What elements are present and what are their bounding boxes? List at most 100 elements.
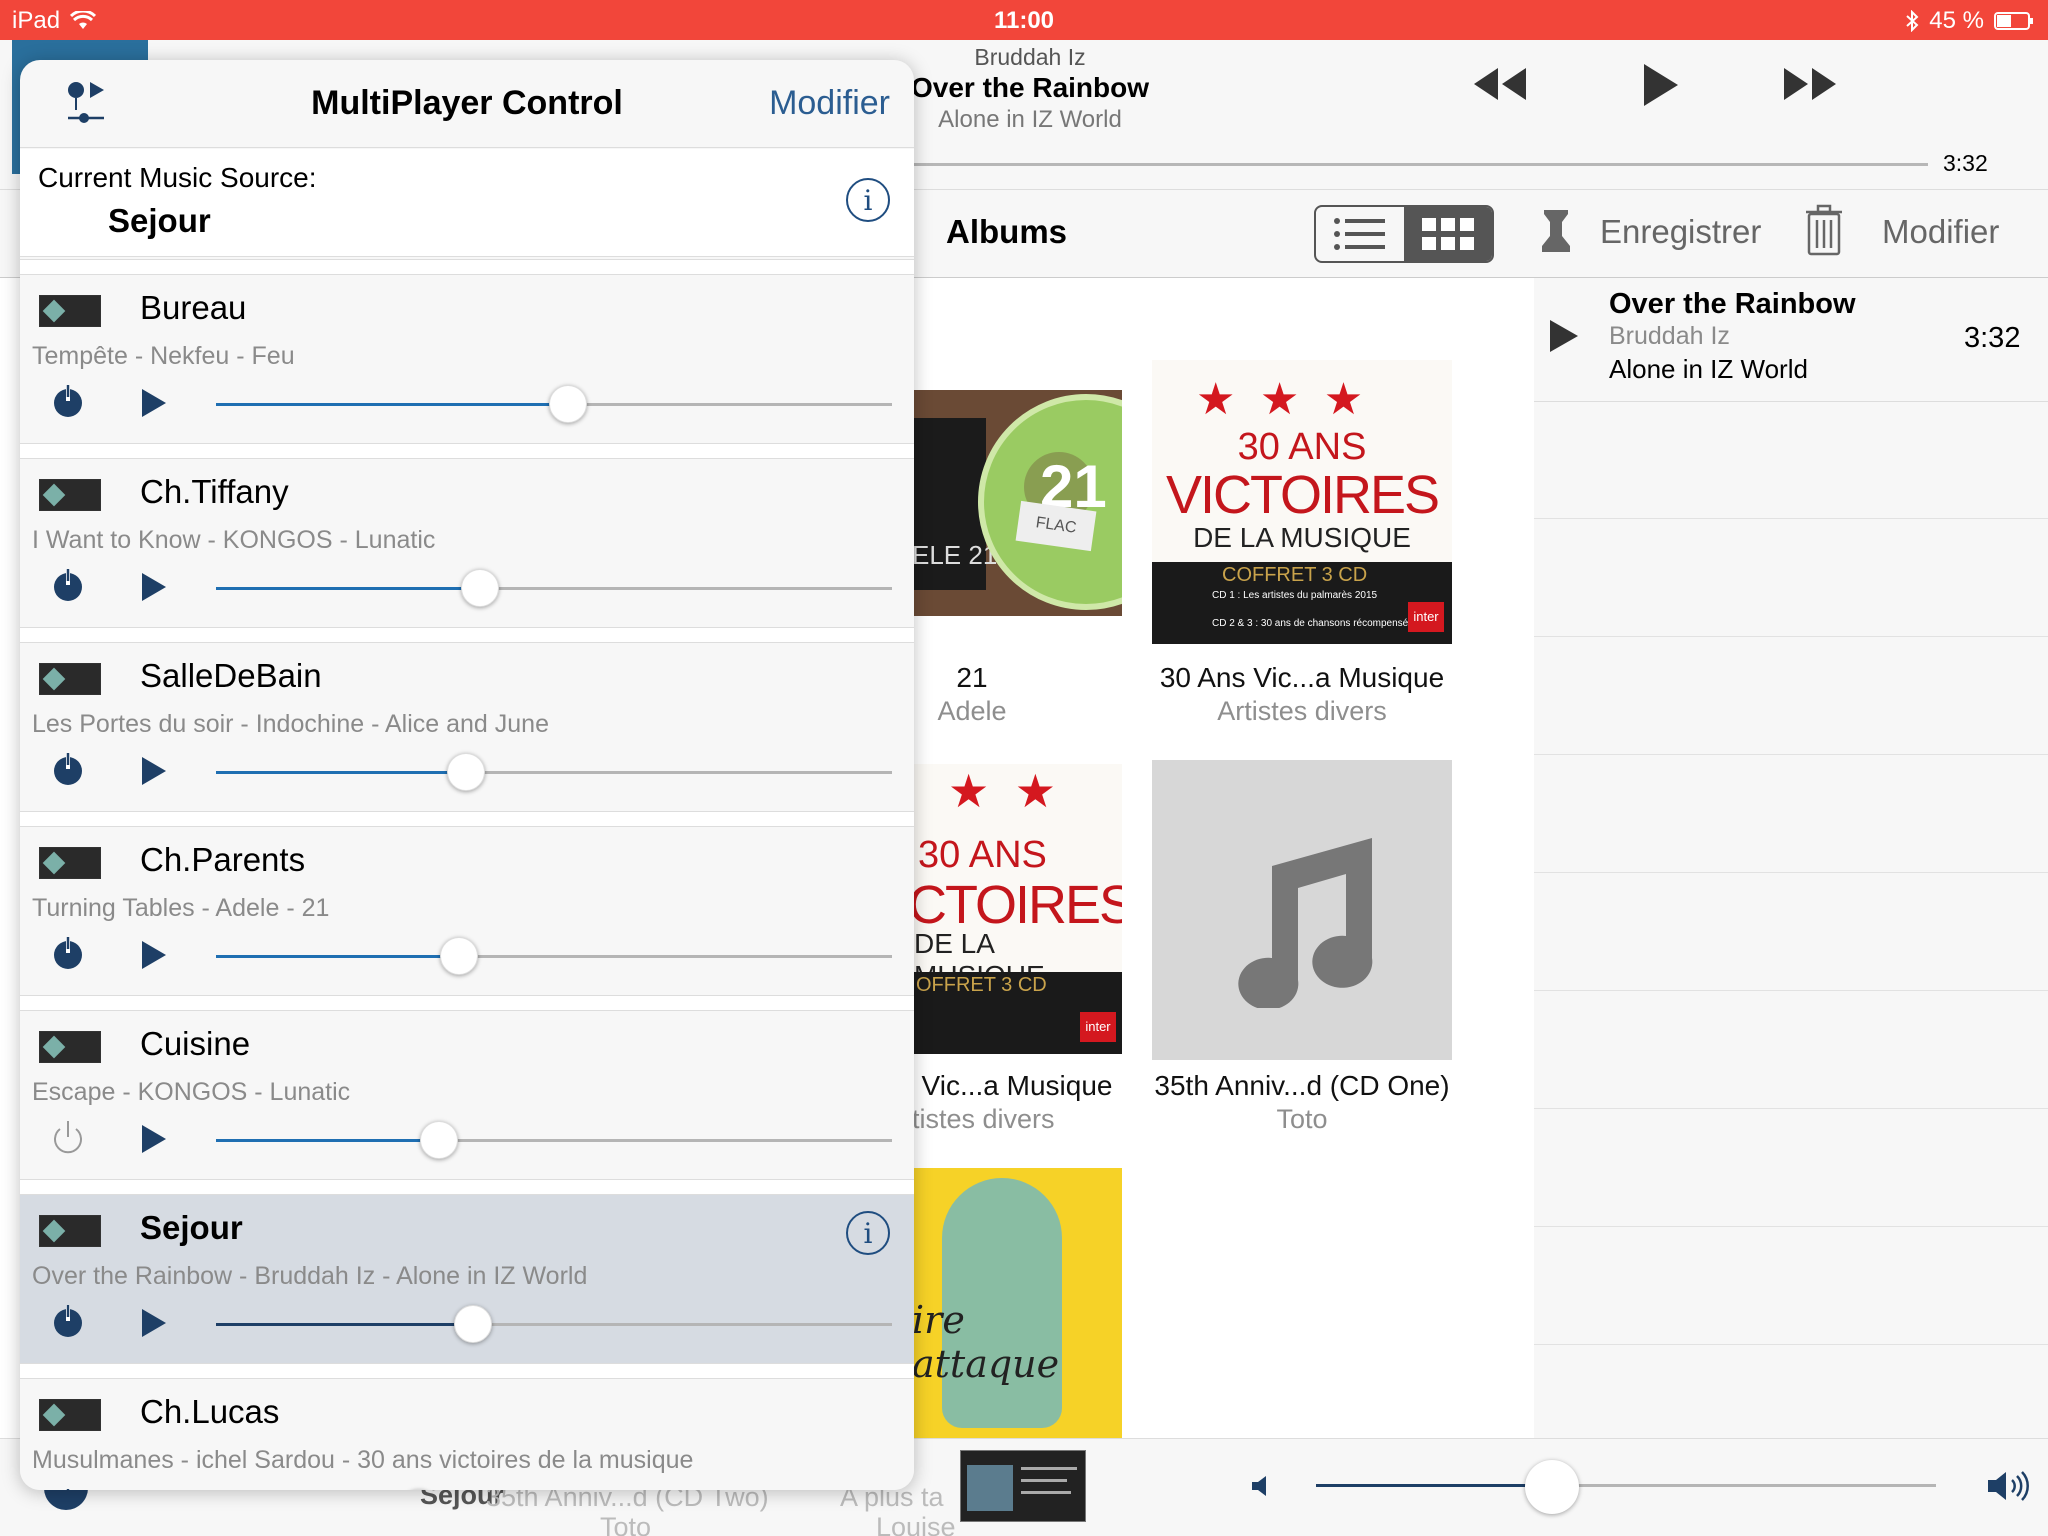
- album-cover-victoires[interactable]: ★ ★ ★ 30 ANS VICTOIRES DE LA MUSIQUE COF…: [1152, 360, 1452, 644]
- grid-view-button[interactable]: [1404, 207, 1492, 261]
- edit-button[interactable]: Modifier: [1882, 213, 1999, 251]
- save-icon[interactable]: [1536, 206, 1576, 258]
- receiver-icon: [39, 663, 101, 695]
- album-artist: Adele: [937, 696, 1007, 726]
- volume-high-icon: [1986, 1470, 2030, 1502]
- zone-row-ch-tiffany[interactable]: Ch.Tiffany I Want to Know - KONGOS - Luna…: [20, 443, 914, 627]
- zone-now-playing: Over the Rainbow - Bruddah Iz - Alone in…: [32, 1262, 588, 1290]
- album-artist: Toto: [1276, 1104, 1328, 1134]
- bottom-ghost-artist: Toto: [600, 1512, 652, 1536]
- power-button[interactable]: [52, 935, 84, 971]
- zone-info-button[interactable]: i: [846, 1211, 890, 1255]
- battery-icon: [1994, 11, 2034, 31]
- receiver-icon: [39, 479, 101, 511]
- queue-row-divider: [1534, 754, 2048, 755]
- zone-volume-fill: [216, 1139, 439, 1142]
- zone-volume-knob[interactable]: [461, 569, 499, 607]
- view-toggle[interactable]: [1314, 205, 1494, 263]
- source-label: Current Music Source:: [38, 162, 317, 193]
- zone-play-button[interactable]: [140, 387, 168, 419]
- zone-name: Sejour: [140, 1209, 243, 1246]
- list-icon: [1333, 217, 1387, 251]
- power-button[interactable]: [52, 751, 84, 787]
- album-cover-victoires-2[interactable]: ★ ★ 30 ANS CTOIRES DE LA MUSIQUE OFFRET …: [912, 764, 1122, 1054]
- album-title: 35th Anniv...d (CD One): [1154, 1070, 1450, 1101]
- attaque-text: ire attaque: [912, 1298, 1060, 1386]
- queue-title: Over the Rainbow: [1609, 288, 1856, 320]
- power-button[interactable]: [52, 567, 84, 603]
- zone-name: Cuisine: [140, 1025, 251, 1062]
- zone-volume-knob[interactable]: [440, 937, 478, 975]
- zone-name: Ch.Parents: [140, 841, 306, 878]
- zone-now-playing: Turning Tables - Adele - 21: [32, 894, 330, 922]
- rewind-button[interactable]: [1470, 64, 1530, 104]
- zone-play-button[interactable]: [140, 571, 168, 603]
- queue-artist: Bruddah Iz: [1609, 322, 1730, 350]
- zone-play-button[interactable]: [140, 939, 168, 971]
- grid-icon: [1422, 218, 1474, 250]
- remote-screen-thumbnail[interactable]: [960, 1450, 1086, 1522]
- zone-separator: [20, 1179, 914, 1195]
- zone-row-cuisine[interactable]: Cuisine Escape - KONGOS - Lunatic: [20, 995, 914, 1179]
- zone-row-sejour[interactable]: Sejour Over the Rainbow - Bruddah Iz - Al…: [20, 1179, 914, 1363]
- stars-decoration: ★ ★: [948, 765, 1057, 817]
- victoires-cd23-text: CD 2 & 3 : 30 ans de chansons récompensé…: [1212, 618, 1419, 629]
- power-button[interactable]: [52, 1303, 84, 1339]
- zone-play-button[interactable]: [140, 1307, 168, 1339]
- fast-forward-button[interactable]: [1780, 64, 1840, 104]
- multiplayer-popover: MultiPlayer Control Modifier Current Mus…: [20, 60, 914, 1490]
- power-button[interactable]: [52, 1119, 84, 1155]
- zone-row-salledebain[interactable]: SalleDeBain Les Portes du soir - Indochin…: [20, 627, 914, 811]
- album-cover-placeholder[interactable]: [1152, 760, 1452, 1060]
- victoires-box-text: COFFRET 3 CD: [1222, 564, 1368, 586]
- power-button[interactable]: [52, 1487, 84, 1490]
- power-button[interactable]: [52, 383, 84, 419]
- zone-volume-knob[interactable]: [549, 385, 587, 423]
- save-button[interactable]: Enregistrer: [1600, 213, 1761, 251]
- master-volume-fill: [1316, 1484, 1552, 1487]
- zone-volume-knob[interactable]: [447, 753, 485, 791]
- now-playing-artist: Bruddah Iz: [974, 44, 1086, 70]
- zone-play-button[interactable]: [140, 755, 168, 787]
- zone-row-bureau[interactable]: Bureau Tempête - Nekfeu - Feu: [20, 259, 914, 443]
- zone-volume-knob[interactable]: [400, 1489, 438, 1490]
- zone-volume-knob[interactable]: [420, 1121, 458, 1159]
- queue-row-divider: [1534, 1344, 2048, 1345]
- master-volume-knob[interactable]: [1525, 1460, 1579, 1514]
- zone-play-button[interactable]: [140, 1123, 168, 1155]
- album-artist: tistes divers: [912, 1104, 1055, 1134]
- album-cover-attaque[interactable]: ire attaque: [912, 1168, 1122, 1438]
- zone-row-ch-parents[interactable]: Ch.Parents Turning Tables - Adele - 21: [20, 811, 914, 995]
- source-name: Sejour: [108, 202, 211, 239]
- queue-row-divider: [1534, 1226, 2048, 1227]
- zone-volume-knob[interactable]: [454, 1305, 492, 1343]
- play-button[interactable]: [1640, 62, 1680, 108]
- zone-separator: [20, 995, 914, 1011]
- queue-row-divider: [1534, 518, 2048, 519]
- zone-volume-fill: [216, 955, 459, 958]
- album-title: 30 Ans Vic...a Musique: [1159, 662, 1445, 693]
- victoires2-inter-logo: inter: [1080, 1012, 1116, 1042]
- queue-row-divider: [1534, 990, 2048, 991]
- zone-name: Ch.Tiffany: [140, 473, 289, 510]
- adele-side-text: ELE 21: [912, 540, 998, 570]
- battery-percent: 45 %: [1929, 7, 1984, 34]
- victoires2-line1: 30 ANS: [918, 834, 1047, 876]
- album-title: ; Vic...a Musique: [906, 1070, 1113, 1101]
- zone-row-ch-lucas[interactable]: Ch.Lucas Musulmanes - ichel Sardou - 30 a…: [20, 1363, 914, 1490]
- source-info-button[interactable]: i: [846, 178, 890, 222]
- trash-icon[interactable]: [1804, 204, 1844, 258]
- list-view-button[interactable]: [1316, 207, 1404, 261]
- album-cover-adele[interactable]: ELE 21 21 FLAC: [912, 390, 1122, 616]
- album-title: 21: [956, 662, 988, 693]
- receiver-icon: [39, 1031, 101, 1063]
- victoires-cd1-text: CD 1 : Les artistes du palmarès 2015: [1212, 590, 1378, 601]
- stars-decoration: ★ ★ ★: [1196, 375, 1364, 424]
- victoires-line1: 30 ANS: [1237, 426, 1367, 468]
- queue-play-icon[interactable]: [1548, 318, 1580, 354]
- zone-volume-fill: [216, 587, 480, 590]
- zone-now-playing: Tempête - Nekfeu - Feu: [32, 342, 295, 370]
- popover-edit-button[interactable]: Modifier: [769, 84, 890, 123]
- now-playing-title: Over the Rainbow: [910, 72, 1150, 103]
- victoires-line2: VICTOIRES: [1165, 465, 1440, 525]
